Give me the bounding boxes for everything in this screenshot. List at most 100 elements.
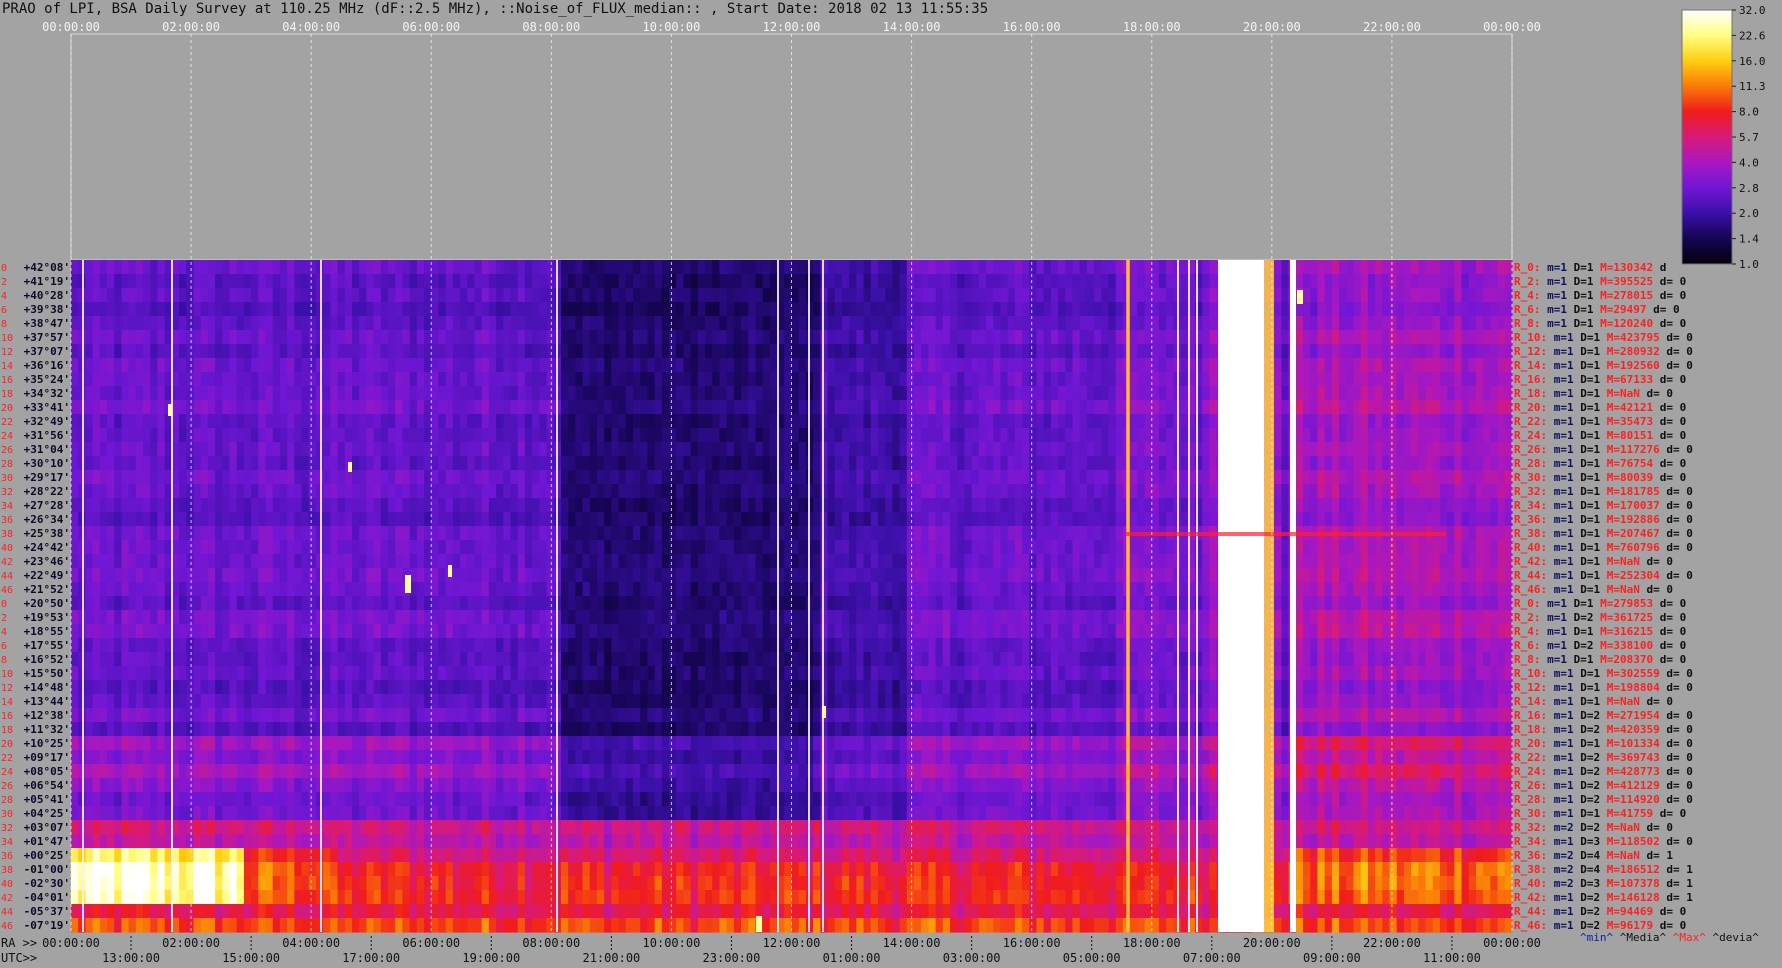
heatmap-cell	[481, 260, 490, 275]
heatmap-cell	[942, 274, 951, 289]
heatmap-cell	[114, 442, 123, 457]
heatmap-cell	[741, 330, 749, 345]
heatmap-cell	[827, 358, 836, 373]
heatmap-cell	[107, 274, 115, 289]
heatmap-cell	[877, 582, 886, 597]
heatmap-cell	[1094, 428, 1102, 443]
heatmap-cell	[1447, 582, 1455, 597]
heatmap-cell	[784, 470, 793, 485]
heatmap-cell	[330, 316, 339, 331]
heatmap-cell	[135, 414, 144, 429]
heatmap-cell	[1396, 414, 1405, 429]
heatmap-cell	[1108, 540, 1117, 555]
heatmap-cell	[424, 344, 432, 359]
heatmap-cell	[1130, 316, 1138, 331]
heatmap-cell	[1101, 428, 1110, 443]
heatmap-cell	[532, 344, 540, 359]
heatmap-cell	[1115, 568, 1124, 583]
heatmap-cell	[114, 414, 123, 429]
heatmap-cell	[294, 442, 303, 457]
heatmap-cell	[330, 414, 339, 429]
heatmap-cell	[409, 512, 418, 527]
heatmap-cell	[618, 526, 627, 541]
heatmap-cell	[647, 428, 656, 443]
heatmap-cell	[1137, 498, 1146, 513]
heatmap-cell	[921, 554, 929, 569]
heatmap-cell	[993, 470, 1002, 485]
heatmap-cell	[762, 540, 771, 555]
heatmap-cell	[1389, 540, 1398, 555]
heatmap-cell	[207, 456, 216, 471]
heatmap-cell	[510, 568, 519, 583]
heatmap-cell	[1375, 274, 1383, 289]
heatmap-cell	[1389, 288, 1398, 303]
heatmap-cell	[726, 484, 735, 499]
heatmap-cell	[964, 540, 973, 555]
heatmap-cell	[243, 428, 252, 443]
heatmap-cell	[1158, 568, 1167, 583]
heatmap-cell	[611, 484, 620, 499]
heatmap-cell	[719, 358, 728, 373]
heatmap-cell	[323, 526, 331, 541]
heatmap-cell	[611, 582, 620, 597]
heatmap-cell	[690, 526, 699, 541]
heatmap-cell	[1353, 400, 1362, 415]
heatmap-cell	[1324, 512, 1333, 527]
heatmap-cell	[1281, 344, 1290, 359]
heatmap-cell	[294, 274, 303, 289]
heatmap-cell	[438, 498, 447, 513]
heatmap-cell	[676, 302, 685, 317]
heatmap-cell	[928, 428, 937, 443]
heatmap-cell	[1411, 428, 1419, 443]
heatmap-cell	[993, 428, 1002, 443]
heatmap-cell	[705, 372, 713, 387]
heatmap-cell	[467, 568, 476, 583]
heatmap-cell	[236, 400, 245, 415]
heatmap-cell	[503, 442, 512, 457]
heatmap-cell	[798, 526, 807, 541]
heatmap-cell	[229, 288, 238, 303]
heatmap-cell	[892, 540, 901, 555]
heatmap-cell	[395, 330, 404, 345]
heatmap-cell	[251, 512, 259, 527]
heatmap-cell	[517, 414, 526, 429]
heatmap-cell	[575, 498, 584, 513]
heatmap-cell	[1079, 358, 1088, 373]
heatmap-cell	[950, 274, 958, 289]
heatmap-cell	[539, 288, 548, 303]
heatmap-cell	[820, 470, 829, 485]
heatmap-cell	[236, 386, 245, 401]
heatmap-cell	[186, 554, 195, 569]
heatmap-cell	[1461, 344, 1470, 359]
heatmap-cell	[524, 554, 533, 569]
heatmap-cell	[582, 512, 591, 527]
heatmap-cell	[1166, 344, 1174, 359]
heatmap-cell	[589, 512, 598, 527]
heatmap-cell	[1058, 470, 1066, 485]
heatmap-cell	[279, 400, 288, 415]
heatmap-cell	[366, 568, 375, 583]
heatmap-cell	[1483, 484, 1491, 499]
heatmap-cell	[308, 344, 317, 359]
heatmap-cell	[258, 484, 267, 499]
heatmap-cell	[135, 568, 144, 583]
heatmap-cell	[1000, 260, 1009, 275]
heatmap-cell	[71, 400, 79, 415]
heatmap-cell	[539, 260, 548, 275]
heatmap-cell	[1504, 428, 1513, 443]
heatmap-cell	[121, 554, 130, 569]
heatmap-cell	[1144, 456, 1153, 471]
heatmap-cell	[1317, 512, 1326, 527]
heatmap-cell	[222, 512, 231, 527]
heatmap-cell	[1007, 442, 1016, 457]
heatmap-cell	[1403, 582, 1412, 597]
heatmap-cell	[380, 512, 389, 527]
heatmap-cell	[1014, 274, 1023, 289]
heatmap-cell	[193, 288, 202, 303]
heatmap-cell	[431, 498, 440, 513]
heatmap-cell	[964, 582, 973, 597]
heatmap-cell	[135, 484, 144, 499]
heatmap-cell	[150, 442, 159, 457]
heatmap-cell	[1367, 456, 1376, 471]
heatmap-cell	[200, 484, 209, 499]
